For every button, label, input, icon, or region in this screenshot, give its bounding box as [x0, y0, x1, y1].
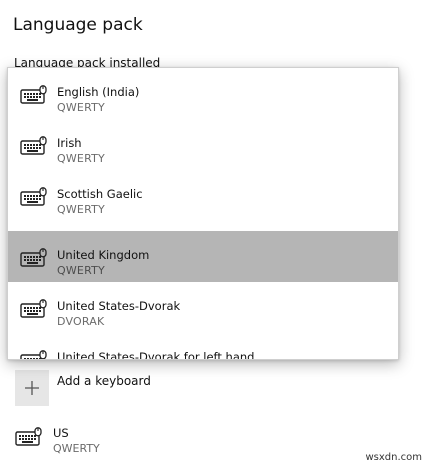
- add-keyboard-label[interactable]: Add a keyboard: [57, 374, 151, 388]
- keyboard-name: United States-Dvorak for left hand: [57, 350, 255, 360]
- keyboard-layout: DVORAK: [57, 315, 105, 328]
- keyboard-layout: QWERTY: [57, 264, 105, 277]
- keyboard-icon: [20, 248, 47, 267]
- add-keyboard-button[interactable]: [15, 370, 49, 406]
- keyboard-name: United Kingdom: [57, 248, 150, 262]
- list-item-irish[interactable]: Irish QWERTY: [8, 119, 398, 170]
- section-title: Language pack: [13, 15, 143, 35]
- plus-icon: [25, 381, 39, 395]
- list-item-united-states-dvorak[interactable]: United States-Dvorak DVORAK: [8, 282, 398, 333]
- keyboard-name: Scottish Gaelic: [57, 187, 143, 201]
- list-item-united-states-dvorak-left[interactable]: United States-Dvorak for left hand: [8, 333, 398, 360]
- keyboard-layout: QWERTY: [57, 101, 105, 114]
- keyboard-icon: [20, 350, 47, 359]
- list-item-united-kingdom[interactable]: United Kingdom QWERTY: [8, 231, 398, 282]
- keyboard-icon: [15, 427, 42, 446]
- installed-keyboard-layout: QWERTY: [53, 442, 100, 455]
- keyboard-name: English (India): [57, 85, 140, 99]
- keyboard-icon: [20, 299, 47, 318]
- keyboard-layout: QWERTY: [57, 152, 105, 165]
- keyboard-name: United States-Dvorak: [57, 299, 181, 313]
- keyboard-icon: [20, 85, 47, 104]
- keyboard-name: Irish: [57, 136, 82, 150]
- list-item-english-india[interactable]: English (India) QWERTY: [8, 68, 398, 119]
- language-settings-page: Language pack Language pack installed Ad…: [0, 0, 428, 467]
- watermark: wsxdn.com: [365, 452, 422, 463]
- keyboard-icon: [20, 187, 47, 206]
- keyboard-icon: [20, 136, 47, 155]
- installed-keyboard-name[interactable]: US: [53, 426, 69, 440]
- keyboard-dropdown-list[interactable]: English (India) QWERTY Irish QWERTY Scot…: [7, 67, 399, 360]
- keyboard-layout: QWERTY: [57, 203, 105, 216]
- list-item-scottish-gaelic[interactable]: Scottish Gaelic QWERTY: [8, 170, 398, 221]
